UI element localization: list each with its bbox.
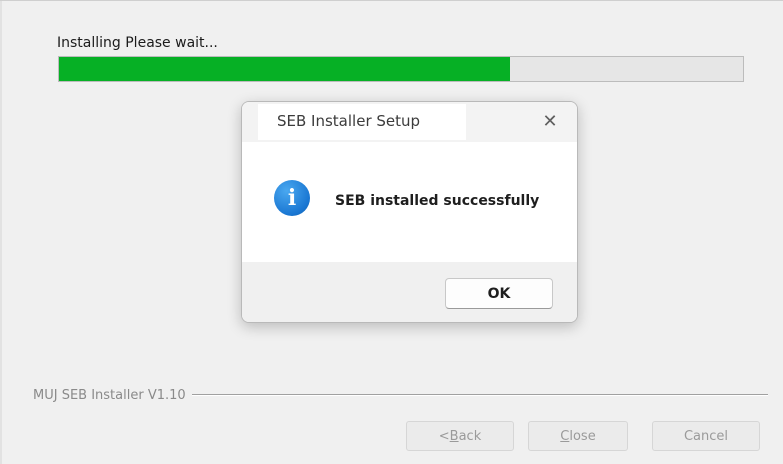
success-dialog: SEB Installer Setup ✕ i SEB installed su… — [241, 101, 578, 323]
dialog-titlebar: SEB Installer Setup ✕ — [242, 102, 577, 142]
dialog-message: SEB installed successfully — [335, 193, 540, 209]
version-divider: MUJ SEB Installer V1.10 — [0, 385, 768, 405]
ok-button[interactable]: OK — [445, 278, 553, 309]
close-icon[interactable]: ✕ — [539, 110, 561, 132]
close-button[interactable]: Close — [528, 421, 628, 451]
divider-line — [191, 394, 768, 396]
dialog-footer: OK — [242, 262, 577, 322]
installer-version-label: MUJ SEB Installer V1.10 — [33, 387, 186, 403]
dialog-title: SEB Installer Setup — [277, 112, 421, 130]
install-progress-bar — [58, 56, 744, 82]
install-progress-fill — [59, 57, 511, 81]
info-icon: i — [274, 180, 310, 216]
cancel-button[interactable]: Cancel — [652, 421, 760, 451]
install-status-text: Installing Please wait... — [57, 35, 218, 51]
back-button[interactable]: < Back — [406, 421, 514, 451]
dialog-body: i SEB installed successfully — [242, 142, 577, 262]
